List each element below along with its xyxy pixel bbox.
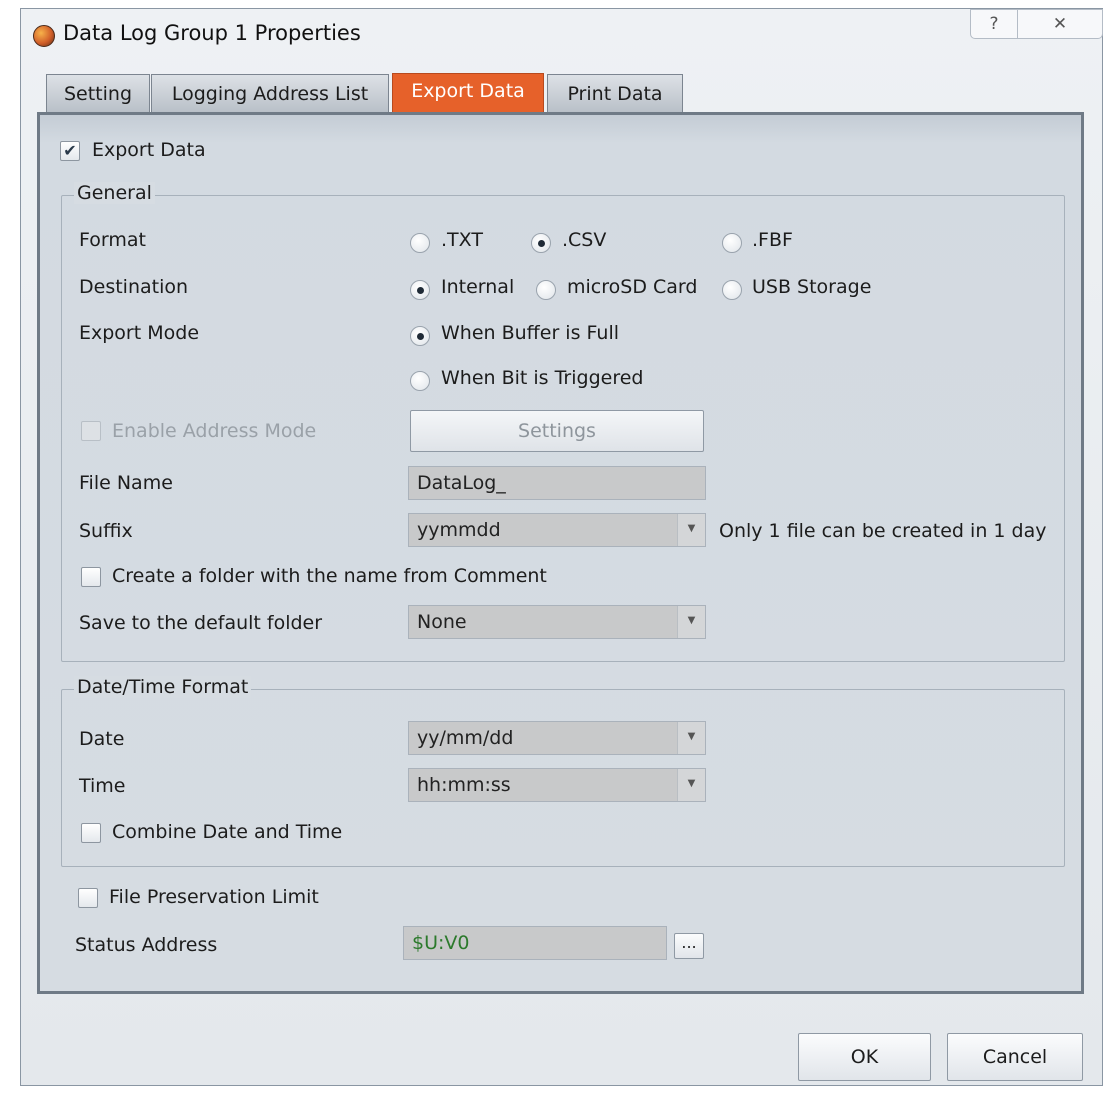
suffix-select[interactable]: yymmdd ▼ <box>408 513 706 547</box>
enable-address-mode-checkbox[interactable] <box>81 421 101 441</box>
tab-export-data[interactable]: Export Data <box>392 73 544 113</box>
tab-label: Logging Address List <box>171 83 369 105</box>
status-address-input[interactable]: $U:V0 <box>403 926 667 960</box>
mode-buffer-full-label: When Buffer is Full <box>441 322 620 344</box>
create-folder-label: Create a folder with the name from Comme… <box>112 565 547 587</box>
chevron-down-icon: ▼ <box>677 769 705 801</box>
date-label: Date <box>79 728 125 750</box>
date-format-select[interactable]: yy/mm/dd ▼ <box>408 721 706 755</box>
settings-button[interactable]: Settings <box>410 410 704 452</box>
format-label: Format <box>79 229 146 251</box>
export-data-panel: ✔ Export Data General Format .TXT .CSV .… <box>37 112 1084 994</box>
export-data-label: Export Data <box>92 139 206 161</box>
help-icon: ? <box>989 14 999 34</box>
chevron-down-icon: ▼ <box>677 514 705 546</box>
chevron-down-icon: ▼ <box>677 606 705 638</box>
destination-usb-radio[interactable] <box>722 280 742 300</box>
cancel-button[interactable]: Cancel <box>947 1033 1083 1081</box>
status-address-browse-button[interactable]: ... <box>674 933 704 959</box>
destination-microsd-label: microSD Card <box>567 276 698 298</box>
format-fbf-label: .FBF <box>752 229 793 251</box>
default-folder-value: None <box>417 611 467 633</box>
mode-buffer-full-radio[interactable] <box>410 326 430 346</box>
mode-bit-triggered-label: When Bit is Triggered <box>441 367 644 389</box>
mode-bit-triggered-radio[interactable] <box>410 371 430 391</box>
format-fbf-radio[interactable] <box>722 233 742 253</box>
export-mode-label: Export Mode <box>79 322 200 344</box>
datetime-format-group: Date/Time Format Date yy/mm/dd ▼ Time hh… <box>61 676 1065 867</box>
destination-microsd-radio[interactable] <box>536 280 556 300</box>
tab-setting[interactable]: Setting <box>46 74 150 112</box>
ok-button[interactable]: OK <box>798 1033 931 1081</box>
time-format-value: hh:mm:ss <box>417 774 511 796</box>
tab-label: Setting <box>63 83 133 105</box>
format-csv-radio[interactable] <box>531 233 551 253</box>
close-button[interactable]: ✕ <box>1017 9 1103 39</box>
destination-usb-label: USB Storage <box>752 276 872 298</box>
file-name-label: File Name <box>79 472 173 494</box>
tab-label: Export Data <box>411 80 525 102</box>
datetime-group-title: Date/Time Format <box>74 676 252 698</box>
tab-label: Print Data <box>567 83 663 105</box>
time-label: Time <box>79 775 126 797</box>
default-folder-select[interactable]: None ▼ <box>408 605 706 639</box>
date-format-value: yy/mm/dd <box>417 727 514 749</box>
format-txt-radio[interactable] <box>410 233 430 253</box>
export-data-checkbox[interactable]: ✔ <box>60 141 80 161</box>
format-txt-label: .TXT <box>441 229 483 251</box>
chevron-down-icon: ▼ <box>677 722 705 754</box>
default-folder-label: Save to the default folder <box>79 612 323 634</box>
checkmark-icon: ✔ <box>63 141 77 160</box>
help-button[interactable]: ? <box>970 9 1018 39</box>
file-name-input[interactable]: DataLog_ <box>408 466 706 500</box>
close-icon: ✕ <box>1052 14 1068 34</box>
create-folder-checkbox[interactable] <box>81 567 101 587</box>
combine-date-time-checkbox[interactable] <box>81 823 101 843</box>
app-icon <box>33 25 55 47</box>
suffix-label: Suffix <box>79 520 133 542</box>
window-title: Data Log Group 1 Properties <box>63 21 361 45</box>
enable-address-mode-label: Enable Address Mode <box>112 420 317 442</box>
tab-logging-address-list[interactable]: Logging Address List <box>151 74 389 112</box>
suffix-value: yymmdd <box>417 519 501 541</box>
general-group: General Format .TXT .CSV .FBF Destinatio… <box>61 182 1065 662</box>
destination-internal-radio[interactable] <box>410 280 430 300</box>
file-preservation-limit-checkbox[interactable] <box>78 888 98 908</box>
general-group-title: General <box>74 182 155 204</box>
file-preservation-limit-label: File Preservation Limit <box>109 886 319 908</box>
tab-print-data[interactable]: Print Data <box>547 74 683 112</box>
destination-internal-label: Internal <box>441 276 515 298</box>
suffix-note: Only 1 file can be created in 1 day <box>719 520 1047 542</box>
destination-label: Destination <box>79 276 189 298</box>
status-address-label: Status Address <box>75 934 218 956</box>
time-format-select[interactable]: hh:mm:ss ▼ <box>408 768 706 802</box>
dialog-window: Data Log Group 1 Properties ? ✕ Setting … <box>20 8 1103 1086</box>
format-csv-label: .CSV <box>562 229 607 251</box>
combine-date-time-label: Combine Date and Time <box>112 821 343 843</box>
title-bar: Data Log Group 1 Properties ? ✕ <box>21 9 1103 59</box>
